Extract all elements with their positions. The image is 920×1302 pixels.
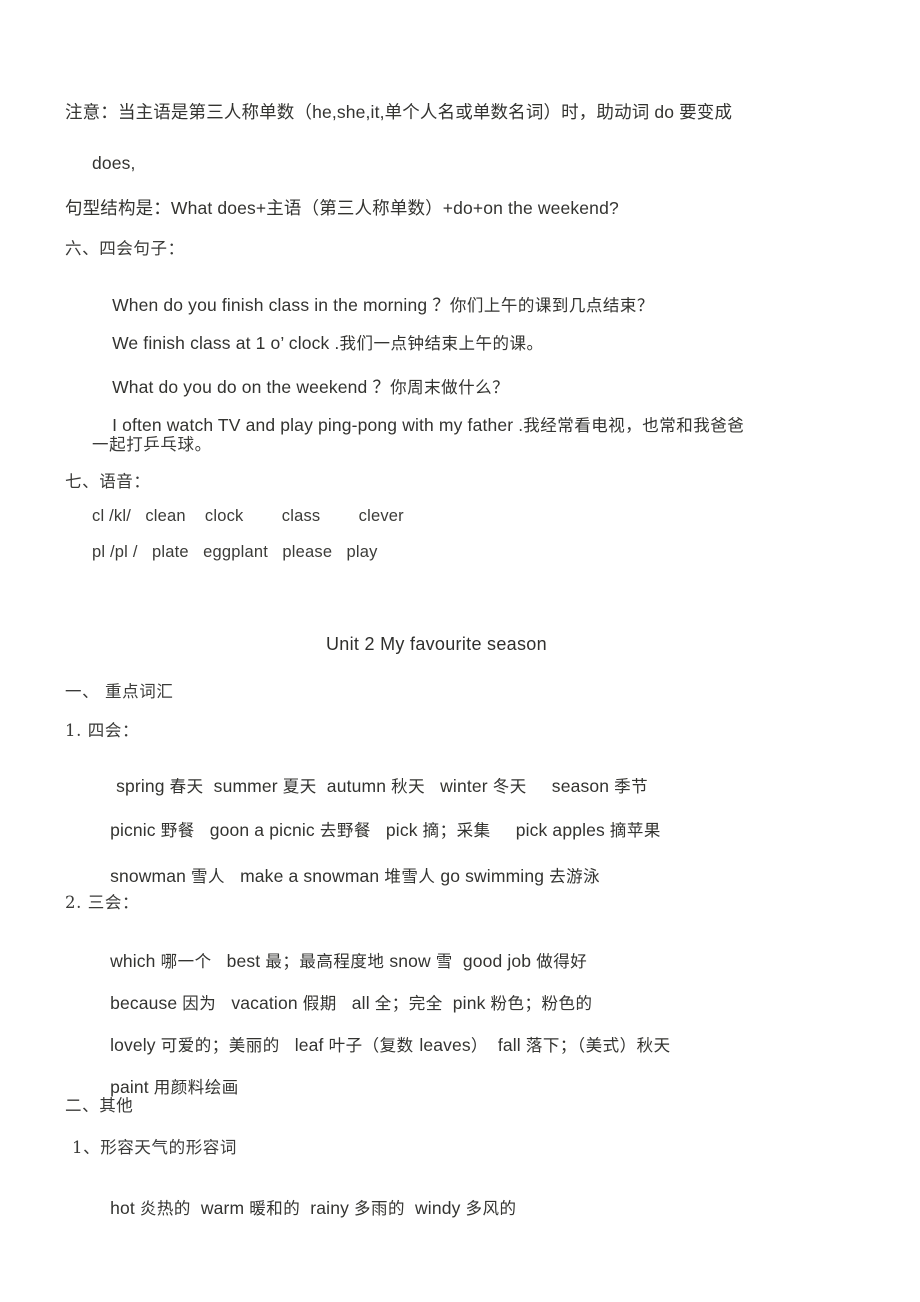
vocab-en: paint	[110, 1076, 154, 1097]
vocab-en: fall	[487, 1034, 526, 1055]
vocab-en: leaf	[279, 1034, 329, 1055]
vocab-zh: 炎热的	[139, 1198, 191, 1218]
vocab-en: lovely	[110, 1034, 161, 1055]
vocab-zh: 粉色；粉色的	[490, 993, 593, 1013]
vocab-en: good job	[452, 950, 537, 971]
vocab-zh: 去游泳	[549, 866, 601, 886]
vocab-zh: 春天	[169, 776, 204, 796]
vocab-zh: 冬天	[492, 776, 527, 796]
sentence-wrap-line: 一起打乒乓球。	[92, 435, 212, 454]
sub-heading-weather-adjectives: 1、形容天气的形容词	[72, 1138, 237, 1157]
vocab-row-picnic: picnic 野餐 goon a picnic 去野餐 pick 摘；采集 pi…	[90, 804, 661, 857]
vocab-zh: 雪人	[191, 866, 226, 886]
vocab-en: autumn	[316, 775, 392, 796]
vocab-en: hot	[110, 1197, 140, 1218]
vocab-zh: 摘苹果	[609, 820, 661, 840]
sentence-en: I often watch TV and play ping-pong with…	[112, 414, 524, 435]
vocab-zh: 堆雪人	[384, 866, 436, 886]
vocab-en: best	[211, 950, 266, 971]
vocab-zh: 最；最高程度地	[265, 951, 385, 971]
document-page: 注意：当主语是第三人称单数（he,she,it,单个人名或单数名词）时，助动词 …	[0, 0, 920, 1302]
vocab-en: snowman	[110, 865, 192, 886]
sentence-zh: 你周末做什么？	[390, 377, 510, 397]
unit-title: Unit 2 My favourite season	[326, 634, 547, 654]
vocab-en: pink	[442, 992, 491, 1013]
sentence-en: We finish class at 1 o’ clock .	[112, 332, 340, 353]
vocab-zh: 落下；（美式）秋天	[525, 1035, 671, 1055]
section-seven-heading: 七、语音：	[65, 472, 151, 491]
vocab-en: spring	[116, 775, 170, 796]
vocab-zh: 暖和的	[249, 1198, 301, 1218]
vocab-en: leaves	[419, 1034, 471, 1055]
structure-line: 句型结构是：What does+主语（第三人称单数）+do+on the wee…	[65, 198, 619, 218]
vocab-zh: 野餐	[160, 820, 195, 840]
vocab-en: pick apples	[490, 819, 610, 840]
vocab-zh: 雪	[435, 951, 453, 971]
vocab-zh: 季节	[614, 776, 649, 796]
vocab-zh: 去野餐	[319, 820, 371, 840]
vocab-en: because	[110, 992, 183, 1013]
note-line-1: 注意：当主语是第三人称单数（he,she,it,单个人名或单数名词）时，助动词 …	[65, 102, 733, 122]
sentence-zh: 我们一点钟结束上午的课。	[339, 333, 544, 353]
vocab-zh: 做得好	[536, 951, 588, 971]
vocab-en: pick	[370, 819, 423, 840]
sentence-zh: 我经常看电视，也常和我爸爸	[523, 415, 745, 435]
vocab-en: vacation	[216, 992, 303, 1013]
vocab-en: go swimming	[435, 865, 550, 886]
section-one-heading: 一、 重点词汇	[65, 682, 174, 701]
vocab-zh: 全；完全	[374, 993, 443, 1013]
vocab-zh: 可爱的；美丽的	[160, 1035, 280, 1055]
vocab-zh: 用颜料绘画	[153, 1077, 239, 1097]
vocab-zh: 因为	[182, 993, 217, 1013]
vocab-en: which	[110, 950, 161, 971]
vocab-en: make a snowman	[225, 865, 385, 886]
vocab-zh: 哪一个	[160, 951, 212, 971]
vocab-en: snow	[384, 950, 436, 971]
sub-heading-three-skills: 2. 三会：	[65, 893, 140, 912]
section-two-heading: 二、其他	[65, 1096, 134, 1115]
vocab-zh: ）	[470, 1035, 488, 1055]
sentence-zh: 你们上午的课到几点结束？	[449, 295, 654, 315]
vocab-en: summer	[203, 775, 283, 796]
sub-heading-four-skills: 1. 四会：	[65, 721, 140, 740]
phonics-row-pl: pl /pl / plate eggplant please play	[92, 543, 378, 561]
phonics-row-cl: cl /kl/ clean clock class clever	[92, 507, 404, 525]
vocab-en: goon a picnic	[194, 819, 320, 840]
vocab-zh: 秋天	[391, 776, 426, 796]
vocab-zh: 摘；采集	[422, 820, 491, 840]
vocab-zh: 叶子（复数	[328, 1035, 420, 1055]
vocab-en: windy	[405, 1197, 466, 1218]
vocab-en: season	[526, 775, 615, 796]
vocab-row-weather: hot 炎热的 warm 暖和的 rainy 多雨的 windy 多风的	[90, 1182, 517, 1235]
sentence-en: When do you finish class in the morning …	[112, 294, 450, 315]
vocab-en: rainy	[300, 1197, 354, 1218]
vocab-row-snowman: snowman 雪人 make a snowman 堆雪人 go swimmin…	[90, 850, 600, 903]
vocab-en: winter	[425, 775, 493, 796]
vocab-zh: 多雨的	[354, 1198, 405, 1218]
note-line-2: does,	[92, 153, 136, 173]
sentence-en: What do you do on the weekend ？	[112, 376, 391, 397]
section-six-heading: 六、四会句子：	[65, 239, 185, 258]
vocab-en: picnic	[110, 819, 161, 840]
vocab-zh: 多风的	[465, 1198, 517, 1218]
vocab-en: all	[336, 992, 375, 1013]
vocab-en: warm	[190, 1197, 250, 1218]
vocab-zh: 夏天	[282, 776, 317, 796]
vocab-zh: 假期	[302, 993, 337, 1013]
